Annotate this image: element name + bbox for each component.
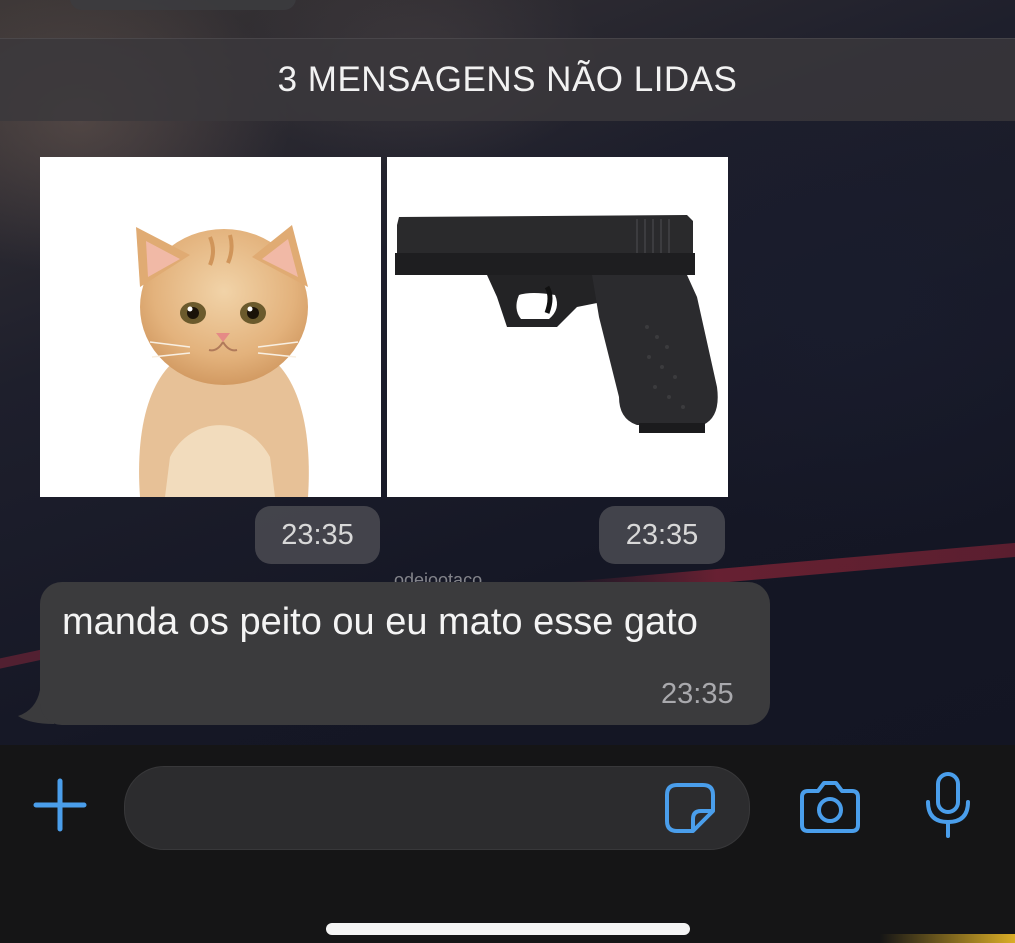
corner-watermark	[880, 934, 1015, 943]
photo-timestamp: 23:35	[255, 506, 380, 564]
message-timestamp: 23:35	[661, 678, 734, 710]
sticker-icon[interactable]	[663, 781, 717, 835]
previous-message-edge	[70, 0, 296, 10]
photo-timestamp: 23:35	[599, 506, 725, 564]
unread-messages-banner: 3 MENSAGENS NÃO LIDAS	[0, 38, 1015, 121]
microphone-icon[interactable]	[920, 770, 976, 840]
pistol-photo[interactable]	[387, 157, 728, 497]
home-indicator[interactable]	[326, 923, 690, 935]
unread-banner-text: 3 MENSAGENS NÃO LIDAS	[277, 60, 738, 99]
plus-icon[interactable]	[30, 775, 90, 835]
message-input[interactable]	[124, 766, 750, 850]
kitten-illustration	[40, 157, 381, 497]
message-text: manda os peito ou eu mato esse gato	[62, 601, 698, 643]
pistol-illustration	[387, 157, 728, 497]
kitten-photo[interactable]	[40, 157, 381, 497]
camera-icon[interactable]	[798, 777, 862, 835]
